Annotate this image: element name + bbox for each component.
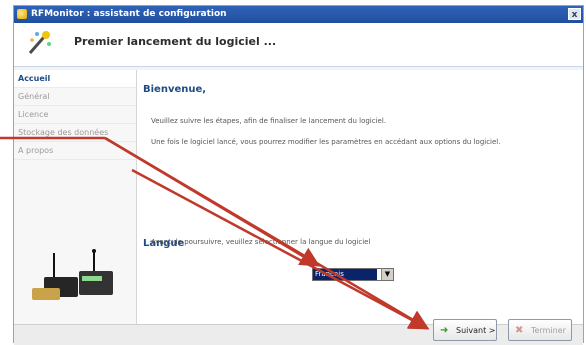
close-button[interactable]: x (568, 8, 581, 20)
sidebar-item-stockage[interactable]: Stockage des données (14, 124, 136, 142)
sidebar-item-general[interactable]: Général (14, 88, 136, 106)
app-icon (17, 9, 27, 19)
language-instruction: Avant de poursuivre, veuillez sélectionn… (151, 238, 371, 246)
welcome-line-2: Une fois le logiciel lancé, vous pourrez… (151, 138, 501, 146)
sidebar-item-licence[interactable]: Licence (14, 106, 136, 124)
finish-button-label: Terminer (531, 326, 566, 335)
sidebar-item-accueil[interactable]: Accueil (14, 70, 136, 88)
wizard-content: Bienvenue, Veuillez suivre les étapes, a… (137, 70, 583, 324)
sidebar-item-apropos[interactable]: A propos (14, 142, 136, 160)
page-heading: Premier lancement du logiciel ... (74, 35, 277, 48)
magic-wand-icon (28, 31, 51, 54)
wizard-header: Premier lancement du logiciel ... (14, 23, 583, 67)
window-title: RFMonitor : assistant de configuration (31, 9, 227, 19)
device-image (32, 249, 113, 300)
title-bar: RFMonitor : assistant de configuration x (14, 6, 583, 23)
chevron-down-icon[interactable]: ▼ (381, 269, 393, 280)
finish-button[interactable]: ✖ Terminer (508, 319, 572, 341)
setup-wizard-window: RFMonitor : assistant de configuration x… (13, 5, 584, 345)
welcome-line-1: Veuillez suivre les étapes, afin de fina… (151, 117, 387, 125)
language-select[interactable]: Français ▼ (312, 268, 394, 281)
wizard-sidebar: Accueil Général Licence Stockage des don… (14, 70, 137, 324)
cross-icon: ✖ (515, 325, 524, 336)
next-button[interactable]: ➜ Suivant > (433, 319, 497, 341)
next-button-label: Suivant > (456, 326, 496, 335)
wizard-footer: ➜ Suivant > ✖ Terminer (14, 319, 583, 345)
arrow-right-icon: ➜ (440, 325, 449, 336)
welcome-title: Bienvenue, (143, 84, 207, 95)
language-select-value: Français (313, 269, 377, 280)
